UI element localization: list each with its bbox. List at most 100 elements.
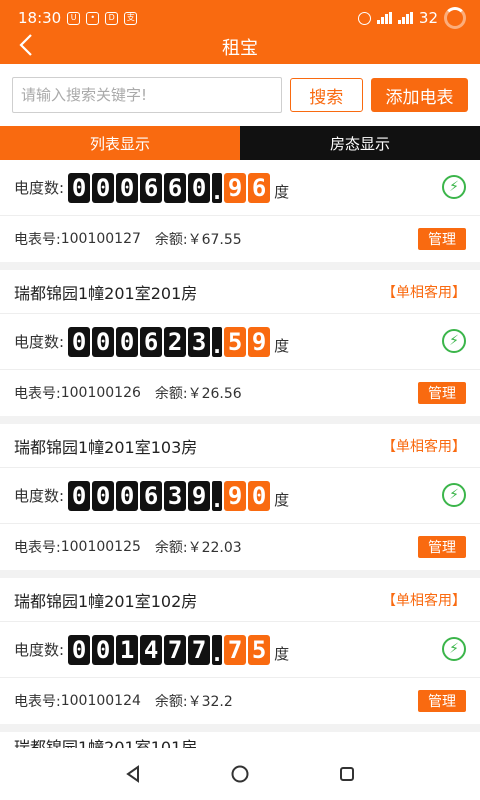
digit: 0: [92, 326, 115, 357]
digit: 1: [116, 634, 139, 665]
manage-button[interactable]: 管理: [418, 690, 466, 712]
digit: 0: [68, 480, 91, 511]
app-icon: D: [105, 11, 119, 25]
alarm-icon: [357, 11, 371, 25]
power-icon[interactable]: ⚡: [442, 483, 466, 507]
add-meter-button[interactable]: 添加电表: [370, 78, 469, 112]
meter-type-tag: 【单相客用】: [382, 284, 466, 301]
digit: 6: [164, 172, 187, 203]
unit-label: 度: [274, 491, 290, 509]
pay-icon: 支: [124, 11, 138, 25]
digit: 0: [92, 172, 115, 203]
system-nav-bar: [0, 748, 480, 800]
digit: 2: [164, 326, 187, 357]
balance-value: ￥26.56: [187, 386, 242, 402]
battery-level: 32: [418, 9, 438, 27]
tab-room-status[interactable]: 房态显示: [240, 126, 480, 160]
manage-button[interactable]: 管理: [418, 382, 466, 404]
meter-digits: 0 0 0 6 3 9 . 9 0: [68, 480, 271, 511]
tab-list-view[interactable]: 列表显示: [0, 126, 240, 160]
digit: 0: [68, 172, 91, 203]
meter-reading-row: 电度数: 0 0 0 6 6 0 . 9 6 度 ⚡: [0, 160, 480, 216]
signal-icon: [376, 12, 392, 24]
signal-icon-2: [397, 12, 413, 24]
balance-value: ￥22.03: [187, 540, 242, 556]
card-header: 瑞都锦园1幢201室103房 【单相客用】: [0, 424, 480, 468]
meter-info-row: 电表号: 100100124 余额: ￥32.2 管理: [0, 678, 480, 724]
meter-card: 瑞都锦园1幢201室102房 【单相客用】 电度数: 0 0 1 4 7 7 .…: [0, 578, 480, 724]
search-button[interactable]: 搜索: [289, 78, 363, 112]
search-row: 搜索 添加电表: [0, 64, 480, 126]
reading-label: 电度数:: [14, 487, 65, 505]
room-name: 瑞都锦园1幢201室102房: [14, 591, 198, 611]
chevron-left-icon: [19, 34, 32, 56]
card-header: 瑞都锦园1幢201室201房 【单相客用】: [0, 270, 480, 314]
manage-button[interactable]: 管理: [418, 536, 466, 558]
digit: 6: [140, 480, 163, 511]
meter-info-row: 电表号: 100100126 余额: ￥26.56 管理: [0, 370, 480, 416]
power-icon[interactable]: ⚡: [442, 175, 466, 199]
meter-reading-row: 电度数: 0 0 0 6 3 9 . 9 0 度 ⚡: [0, 468, 480, 524]
power-icon[interactable]: ⚡: [442, 637, 466, 661]
reading-label: 电度数:: [14, 179, 65, 197]
decimal-digit: 7: [224, 634, 247, 665]
meter-no-label: 电表号:: [14, 232, 61, 248]
decimal-point: .: [212, 326, 223, 357]
room-name: 瑞都锦园1幢201室201房: [14, 283, 198, 303]
meter-no-label: 电表号:: [14, 694, 61, 710]
power-icon[interactable]: ⚡: [442, 329, 466, 353]
decimal-digit: 9: [248, 326, 271, 357]
digit: 7: [188, 634, 211, 665]
view-tabs: 列表显示 房态显示: [0, 126, 480, 160]
digit: 0: [68, 326, 91, 357]
nav-back-button[interactable]: [119, 760, 147, 788]
meter-card: 瑞都锦园1幢201室201房 【单相客用】 电度数: 0 0 0 6 2 3 .…: [0, 270, 480, 416]
decimal-digit: 6: [248, 172, 271, 203]
digit: 0: [188, 172, 211, 203]
meter-info-row: 电表号: 100100127 余额: ￥67.55 管理: [0, 216, 480, 262]
title-bar: 租宝: [0, 34, 480, 64]
nav-recents-button[interactable]: [333, 760, 361, 788]
nav-home-button[interactable]: [226, 760, 254, 788]
meter-no-value: 100100124: [60, 693, 141, 709]
balance-label: 余额:: [154, 386, 188, 402]
meter-no-label: 电表号:: [14, 386, 61, 402]
meter-no-value: 100100126: [60, 385, 141, 401]
reading-label: 电度数:: [14, 333, 65, 351]
meter-type-tag: 【单相客用】: [382, 592, 466, 609]
meter-digits: 0 0 1 4 7 7 . 7 5: [68, 634, 271, 665]
decimal-digit: 0: [248, 480, 271, 511]
unit-label: 度: [274, 337, 290, 355]
circle-home-icon: [231, 765, 249, 783]
reading-label: 电度数:: [14, 641, 65, 659]
decimal-digit: 5: [224, 326, 247, 357]
page-title: 租宝: [222, 38, 258, 59]
balance-label: 余额:: [154, 232, 188, 248]
digit: 0: [92, 480, 115, 511]
balance-value: ￥32.2: [187, 694, 233, 710]
unit-label: 度: [274, 645, 290, 663]
meter-digits: 0 0 0 6 2 3 . 5 9: [68, 326, 271, 357]
digit: 6: [140, 326, 163, 357]
decimal-digit: 9: [224, 480, 247, 511]
search-input[interactable]: [12, 77, 282, 113]
digit: 0: [68, 634, 91, 665]
digit: 0: [116, 480, 139, 511]
digit: 0: [116, 326, 139, 357]
digit: 0: [116, 172, 139, 203]
decimal-digit: 5: [248, 634, 271, 665]
app-screen: 18:30 U • D 支 32 租宝 搜索 添加电表 列表显示 房态显示: [0, 0, 480, 800]
meter-no-label: 电表号:: [14, 540, 61, 556]
meter-info-row: 电表号: 100100125 余额: ￥22.03 管理: [0, 524, 480, 570]
digit: 4: [140, 634, 163, 665]
meter-type-tag: 【单相客用】: [382, 438, 466, 455]
back-button[interactable]: [14, 30, 38, 60]
meter-reading-row: 电度数: 0 0 1 4 7 7 . 7 5 度 ⚡: [0, 622, 480, 678]
status-bar: 18:30 U • D 支 32: [0, 0, 480, 36]
balance-label: 余额:: [154, 694, 188, 710]
meter-digits: 0 0 0 6 6 0 . 9 6: [68, 172, 271, 203]
manage-button[interactable]: 管理: [418, 228, 466, 250]
room-name: 瑞都锦园1幢201室103房: [14, 437, 198, 457]
decimal-point: .: [212, 172, 223, 203]
balance-label: 余额:: [154, 540, 188, 556]
